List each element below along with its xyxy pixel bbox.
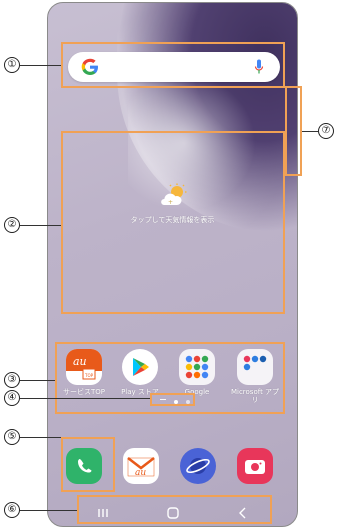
callout-box-1 bbox=[61, 42, 285, 88]
leader-line-4 bbox=[20, 398, 150, 399]
leader-line-1 bbox=[20, 65, 61, 66]
callout-number-1: ① bbox=[4, 57, 20, 73]
camera-icon bbox=[237, 448, 273, 484]
callout-number-7: ⑦ bbox=[318, 123, 334, 139]
callout-number-6: ⑥ bbox=[4, 502, 20, 518]
leader-line-7 bbox=[302, 131, 318, 132]
leader-line-2 bbox=[20, 225, 61, 226]
callout-box-2 bbox=[61, 131, 285, 314]
callout-number-4: ④ bbox=[4, 390, 20, 406]
leader-line-3 bbox=[20, 380, 55, 381]
callout-number-5: ⑤ bbox=[4, 429, 20, 445]
callout-box-4 bbox=[150, 393, 195, 406]
callout-box-5 bbox=[61, 437, 115, 492]
callout-box-6 bbox=[77, 495, 272, 524]
dock-camera[interactable] bbox=[228, 448, 282, 484]
callout-box-7 bbox=[285, 86, 302, 176]
dock-au-mail[interactable]: au bbox=[114, 448, 168, 484]
callout-number-2: ② bbox=[4, 217, 20, 233]
internet-icon bbox=[180, 448, 216, 484]
au-mail-icon: au bbox=[123, 448, 159, 484]
leader-line-5 bbox=[20, 437, 61, 438]
svg-text:au: au bbox=[135, 468, 146, 478]
dock-internet[interactable] bbox=[171, 448, 225, 484]
callout-number-3: ③ bbox=[4, 372, 20, 388]
leader-line-6 bbox=[20, 510, 77, 511]
